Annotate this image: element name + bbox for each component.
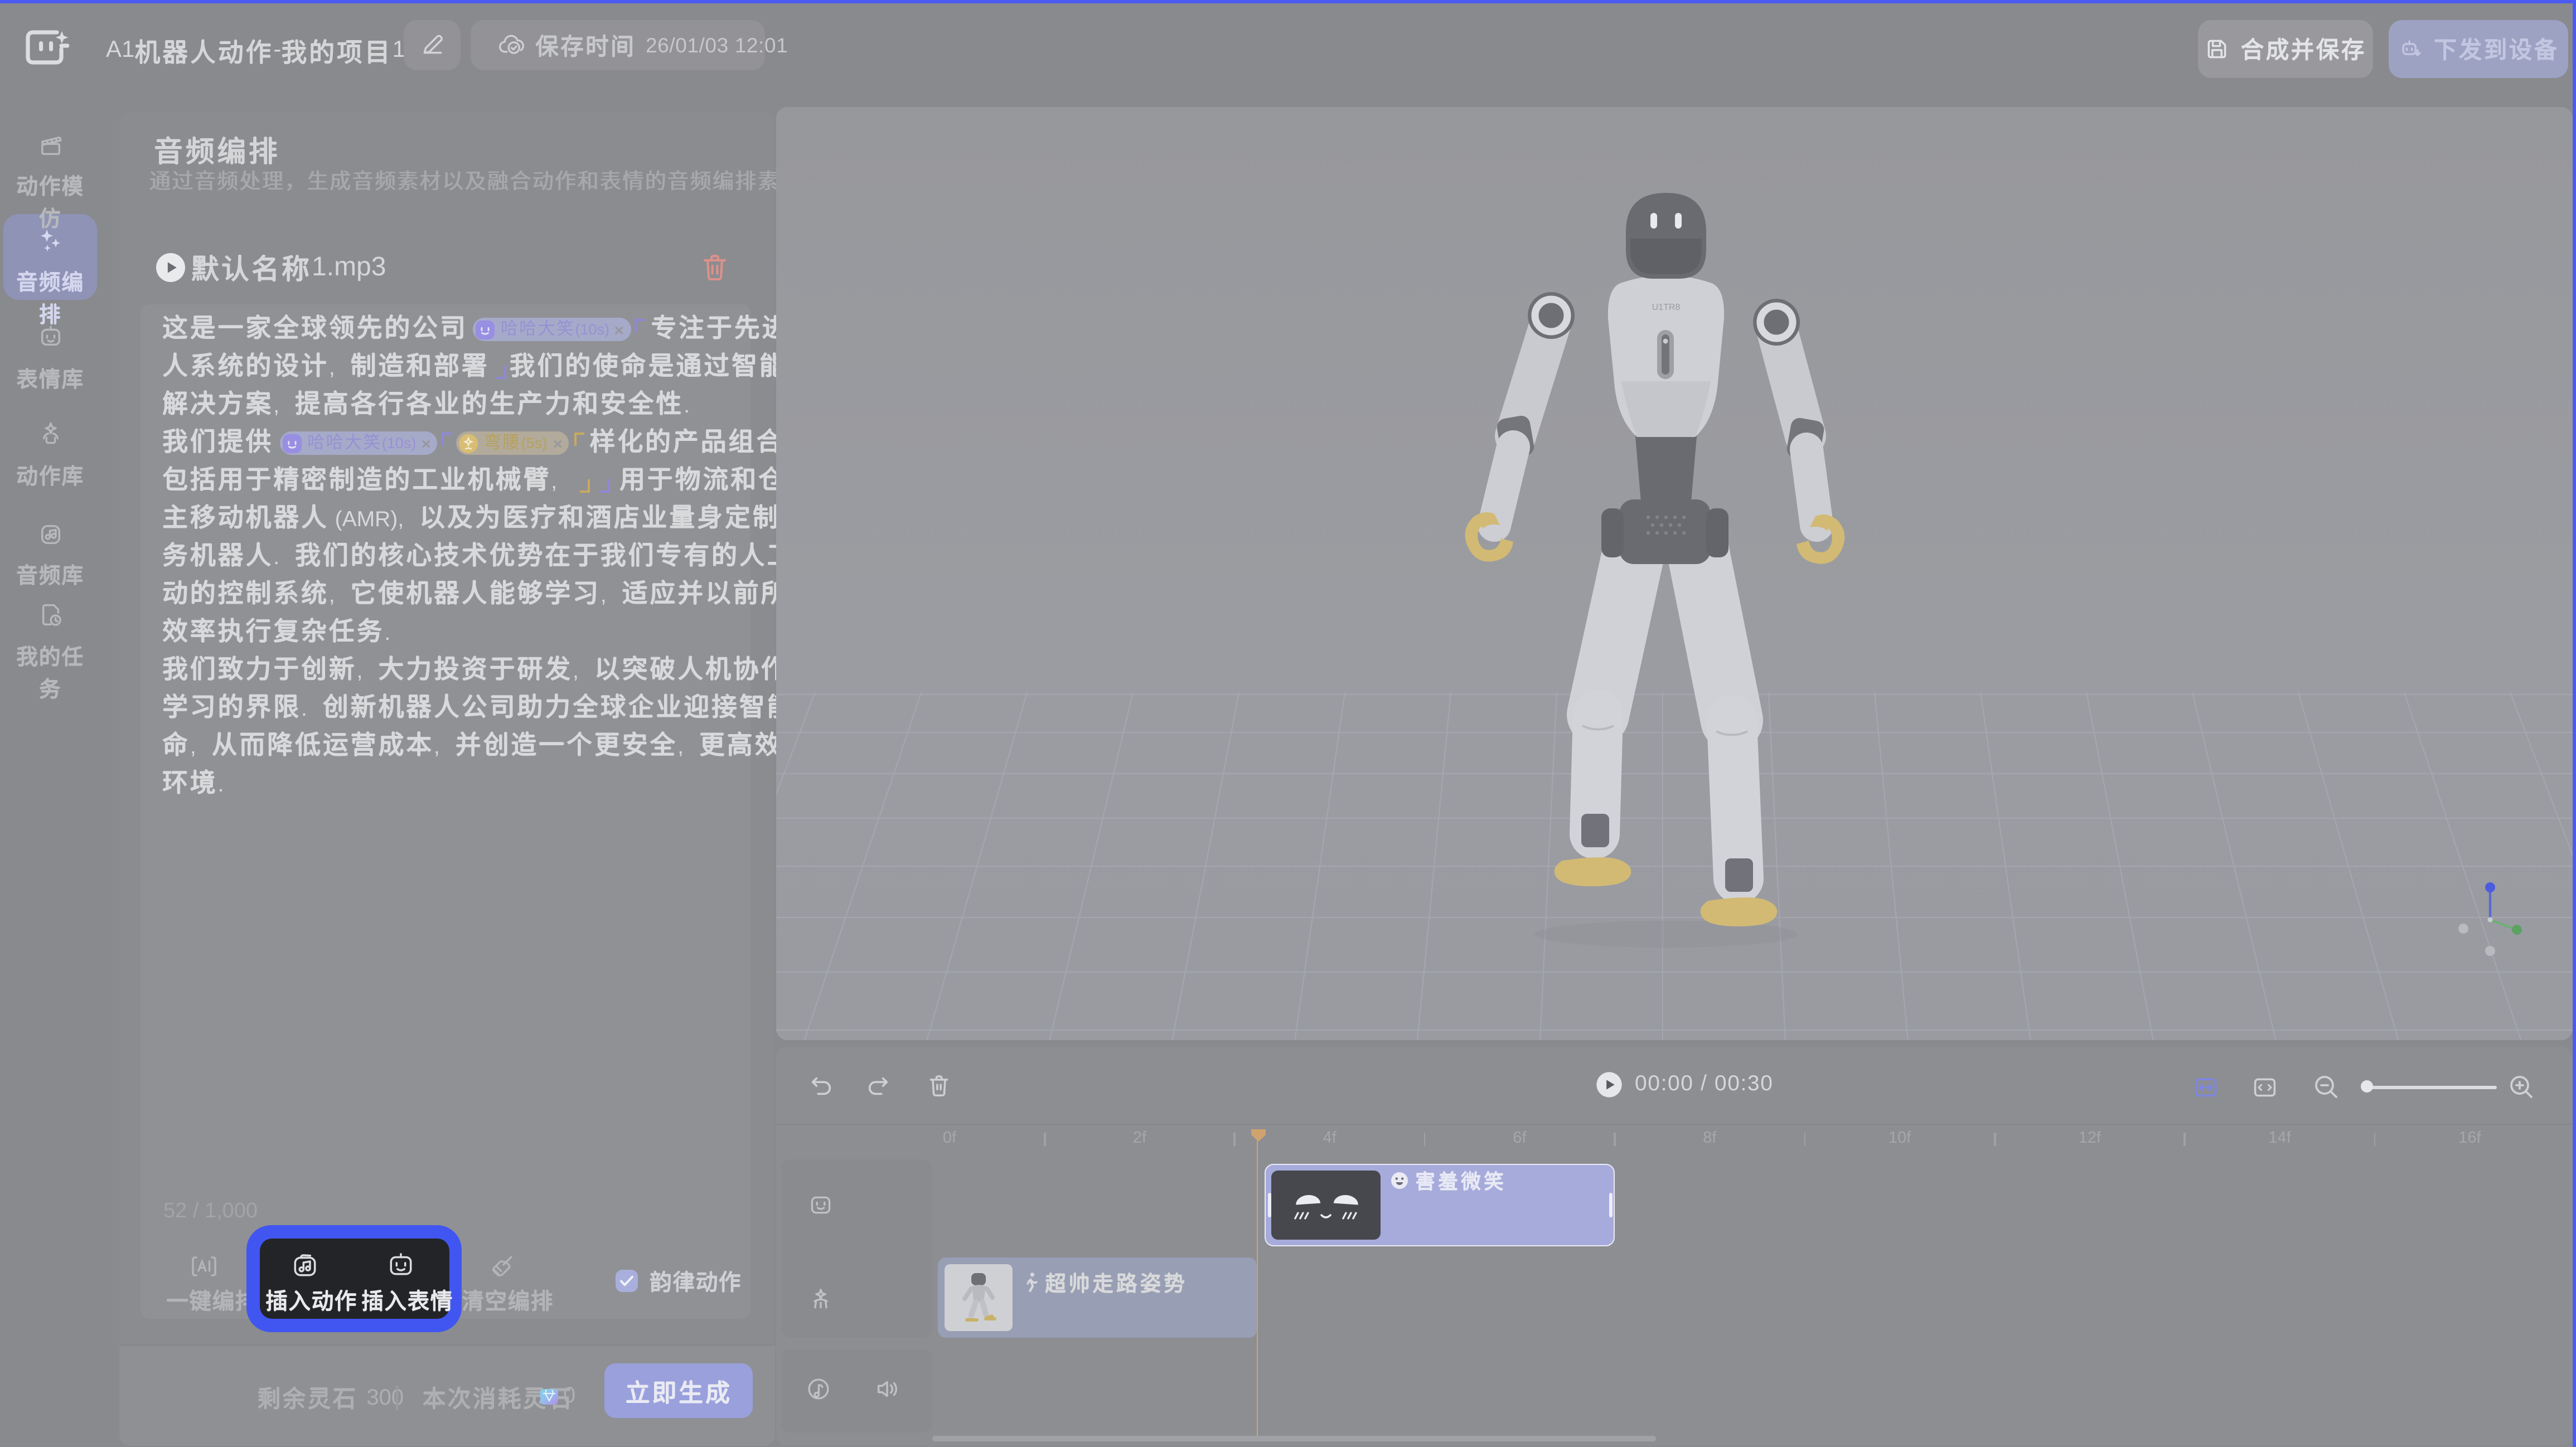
svg-text:U1TR8: U1TR8: [1652, 302, 1681, 312]
